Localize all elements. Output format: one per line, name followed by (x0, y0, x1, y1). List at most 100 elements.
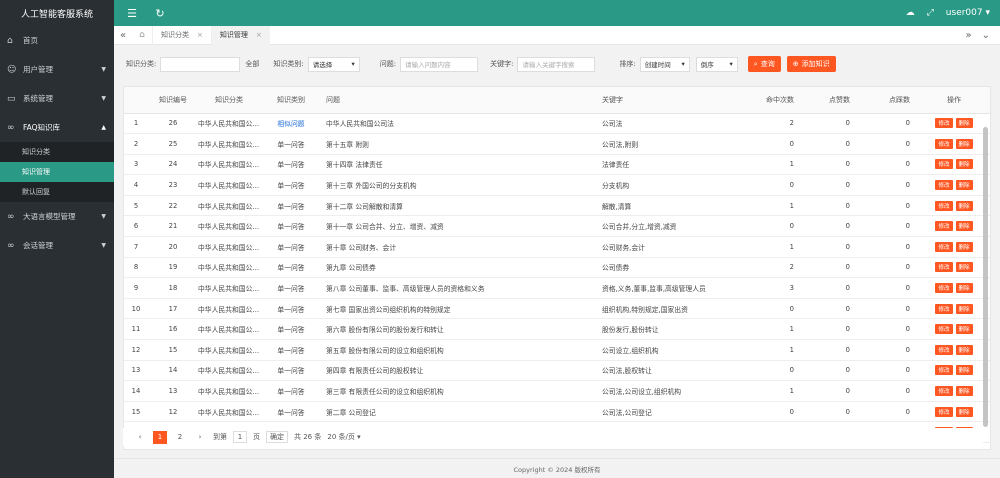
sidebar-item-faq[interactable]: ∞ FAQ知识库 ▲ (0, 113, 114, 142)
sidebar-item-llm[interactable]: ∞ 大语言模型管理 ▼ (0, 202, 114, 231)
sidebar-item-system[interactable]: ▭ 系统管理 ▼ (0, 84, 114, 113)
menu-icon[interactable]: ☰ (122, 0, 142, 26)
page-next-number[interactable]: 2 (173, 431, 187, 444)
delete-button[interactable]: 删除 (955, 221, 973, 232)
top-header: 人工智能客服系统 ☰ ↻ ☁ ⤢ user007 ▾ (0, 0, 1000, 26)
table-cell: 16 (148, 318, 198, 341)
table-cell: 0 (856, 360, 916, 382)
sidebar-item-label: 用户管理 (23, 65, 53, 74)
edit-button[interactable]: 修改 (935, 365, 953, 376)
sidebar-subitem-default-reply[interactable]: 默认回复 (0, 182, 114, 202)
edit-button[interactable]: 修改 (935, 283, 953, 294)
col-likes[interactable]: 点赞数 (800, 87, 856, 114)
sidebar-item-home[interactable]: ⌂ 首页 (0, 26, 114, 55)
tab-knowledge[interactable]: 知识管理 × (210, 25, 270, 45)
edit-button[interactable]: 修改 (935, 406, 953, 417)
per-page-select[interactable]: 20 条/页 ▾ (327, 432, 360, 442)
knowledge-table: 知识编号 知识分类 知识类别 问题 关键字 命中次数 点赞数 点踩数 操作 12… (124, 87, 990, 443)
close-icon[interactable]: × (256, 31, 262, 39)
theme-icon[interactable]: ☁ (906, 8, 915, 18)
delete-button[interactable]: 删除 (955, 180, 973, 191)
search-button[interactable]: ⌕ 查询 (747, 56, 781, 72)
add-button-label: 添加知识 (801, 60, 830, 68)
edit-button[interactable]: 修改 (935, 324, 953, 335)
add-knowledge-button[interactable]: ⊕ 添加知识 (786, 56, 836, 72)
next-page-icon[interactable]: › (193, 431, 207, 444)
delete-button[interactable]: 删除 (955, 138, 973, 149)
table-cell: 中华人民共和国公司法 (322, 113, 598, 135)
edit-button[interactable]: 修改 (935, 303, 953, 314)
actions-cell: 修改删除 (916, 401, 990, 423)
table-scrollbar[interactable] (983, 127, 988, 427)
table-cell: 0 (800, 298, 856, 320)
table-cell: 0 (800, 277, 856, 299)
monitor-icon: ▭ (7, 93, 16, 104)
refresh-icon[interactable]: ↻ (150, 0, 170, 26)
home-tab-icon[interactable]: ⌂ (132, 30, 152, 40)
edit-button[interactable]: 修改 (935, 241, 953, 252)
col-hits[interactable]: 命中次数 (734, 87, 800, 114)
col-dislikes[interactable]: 点踩数 (856, 87, 916, 114)
order-select[interactable]: 倒序 ▾ (695, 56, 738, 72)
user-menu[interactable]: user007 ▾ (946, 8, 990, 18)
col-keyword[interactable]: 关键字 (598, 87, 734, 114)
tabs-next-icon[interactable]: » (965, 30, 971, 41)
delete-button[interactable]: 删除 (955, 283, 973, 294)
delete-button[interactable]: 删除 (955, 386, 973, 397)
table-cell: 中华人民共和国公司法 (198, 257, 260, 279)
fullscreen-icon[interactable]: ⤢ (927, 8, 934, 18)
edit-button[interactable]: 修改 (935, 200, 953, 211)
sidebar-subitem-category[interactable]: 知识分类 (0, 142, 114, 162)
delete-button[interactable]: 删除 (955, 200, 973, 211)
table-cell: 第二章 公司登记 (322, 401, 598, 423)
delete-button[interactable]: 删除 (955, 303, 973, 314)
goto-input[interactable]: 1 (233, 431, 247, 443)
table-cell: 14 (124, 380, 148, 402)
col-category[interactable]: 知识分类 (198, 87, 260, 114)
col-id[interactable]: 知识编号 (148, 87, 198, 114)
sort-select[interactable]: 创建时间 ▾ (639, 56, 690, 72)
edit-button[interactable]: 修改 (935, 159, 953, 170)
question-input[interactable]: 请输入问题内容 (400, 56, 479, 72)
sidebar-item-users[interactable]: ☺ 用户管理 ▼ (0, 55, 114, 84)
tab-category[interactable]: 知识分类 × (152, 25, 211, 45)
delete-button[interactable]: 删除 (955, 406, 973, 417)
edit-button[interactable]: 修改 (935, 262, 953, 273)
delete-button[interactable]: 删除 (955, 365, 973, 376)
sidebar-subitem-knowledge[interactable]: 知识管理 (0, 162, 114, 182)
edit-button[interactable]: 修改 (935, 180, 953, 191)
edit-button[interactable]: 修改 (935, 386, 953, 397)
table-cell: 0 (800, 339, 856, 361)
goto-ok-button[interactable]: 确定 (266, 431, 288, 443)
edit-button[interactable]: 修改 (935, 221, 953, 232)
delete-button[interactable]: 删除 (955, 344, 973, 355)
close-icon[interactable]: × (197, 31, 203, 39)
all-label[interactable]: 全部 (245, 59, 259, 69)
delete-button[interactable]: 删除 (955, 241, 973, 252)
delete-button[interactable]: 删除 (955, 262, 973, 273)
keyword-input[interactable]: 请输入关键字搜索 (517, 56, 596, 72)
delete-button[interactable]: 删除 (955, 324, 973, 335)
type-select[interactable]: 请选择 ▾ (307, 56, 360, 72)
chevron-down-icon: ▼ (101, 213, 106, 220)
category-select[interactable] (160, 56, 241, 72)
actions-cell: 修改删除 (916, 339, 990, 361)
table-cell: 19 (148, 257, 198, 279)
edit-button[interactable]: 修改 (935, 138, 953, 149)
col-type[interactable]: 知识类别 (260, 87, 322, 114)
chevron-down-icon[interactable]: ⌄ (982, 30, 990, 41)
chevron-down-icon: ▾ (351, 60, 355, 68)
prev-page-icon[interactable]: ‹ (133, 431, 147, 444)
delete-button[interactable]: 删除 (955, 118, 973, 129)
sidebar-item-session[interactable]: ∞ 会话管理 ▼ (0, 231, 114, 260)
table-cell: 单一问答 (260, 154, 322, 176)
delete-button[interactable]: 删除 (955, 159, 973, 170)
actions-cell: 修改删除 (916, 257, 990, 279)
page-current[interactable]: 1 (153, 430, 167, 444)
edit-button[interactable]: 修改 (935, 118, 953, 129)
tabs-prev-icon[interactable]: « (114, 30, 132, 41)
edit-button[interactable]: 修改 (935, 344, 953, 355)
col-question[interactable]: 问题 (322, 87, 598, 114)
table-cell: 0 (856, 318, 916, 341)
table-cell: 0 (734, 174, 800, 196)
